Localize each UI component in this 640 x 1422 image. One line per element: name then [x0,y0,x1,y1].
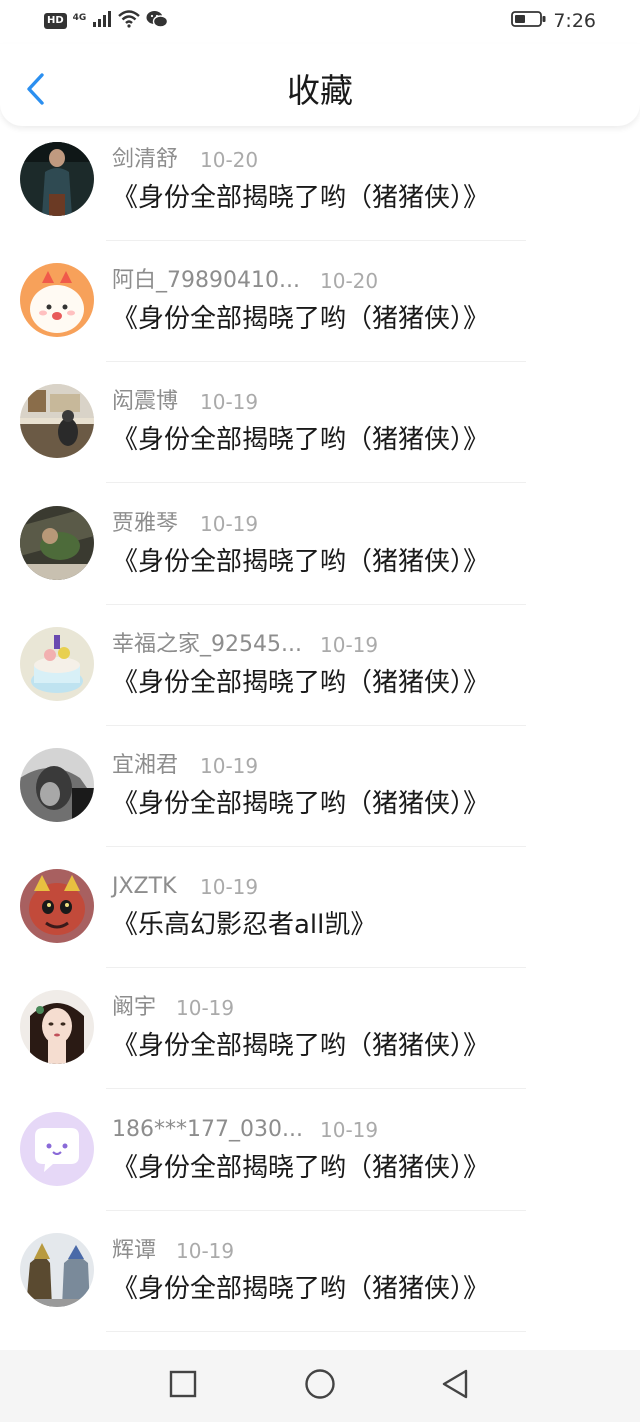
status-left: HD 4G [44,10,169,32]
date: 10-19 [176,996,235,1021]
divider [106,1088,526,1090]
system-nav-bar [0,1350,640,1422]
date: 10-19 [200,390,259,415]
avatar[interactable] [20,869,94,944]
date: 10-19 [320,1117,379,1142]
avatar[interactable] [20,505,94,580]
signal-icon [92,10,112,32]
date: 10-19 [200,875,259,900]
divider [106,1209,526,1211]
item-title[interactable]: 《身份全部揭晓了哟（猪猪侠）》 [112,544,489,580]
header: 收藏 [0,44,640,126]
item-meta: 186***177_030... 10-19 [112,1116,378,1144]
date: 10-19 [200,511,259,536]
network-type: 4G [72,13,87,23]
date: 10-20 [200,148,259,172]
hd-badge: HD [44,13,67,29]
divider [106,361,526,363]
username[interactable]: 阚宇 [112,994,156,1022]
list-item[interactable]: 幸福之家_92545... 10-19 《身份全部揭晓了哟（猪猪侠）》 [0,615,640,736]
divider [106,845,526,847]
date: 10-19 [200,753,259,778]
item-meta: 阿白_79890410... 10-20 [112,267,378,295]
status-bar: HD 4G 7:26 [0,0,640,44]
avatar[interactable] [20,384,94,459]
item-title[interactable]: 《身份全部揭晓了哟（猪猪侠）》 [112,1028,489,1064]
item-meta: 闳震博 10-19 [112,388,258,416]
wifi-icon [118,10,141,32]
item-title[interactable]: 《身份全部揭晓了哟（猪猪侠）》 [112,301,489,337]
avatar[interactable] [20,1232,94,1307]
wechat-icon [146,10,169,32]
avatar[interactable] [20,626,94,701]
status-right: 7:26 [511,10,596,32]
recents-button[interactable] [165,1368,201,1404]
username[interactable]: 辉谭 [112,1237,156,1265]
divider [106,240,526,241]
item-meta: 贾雅琴 10-19 [112,510,258,538]
username[interactable]: JXZTK [112,873,177,901]
divider [106,1330,526,1332]
battery-icon [511,10,547,32]
favorites-list: 剑清舒 10-20 《身份全部揭晓了哟（猪猪侠）》 阿白_79890410...… [0,130,640,1342]
avatar[interactable] [20,263,94,338]
list-item[interactable]: 阿白_79890410... 10-20 《身份全部揭晓了哟（猪猪侠）》 [0,251,640,372]
divider [106,967,526,969]
item-title[interactable]: 《乐高幻影忍者all凯》 [112,907,376,943]
list-item[interactable]: 阚宇 10-19 《身份全部揭晓了哟（猪猪侠）》 [0,978,640,1099]
username[interactable]: 闳震博 [112,388,178,416]
list-item[interactable]: 宜湘君 10-19 《身份全部揭晓了哟（猪猪侠）》 [0,736,640,857]
username[interactable]: 贾雅琴 [112,510,178,538]
item-meta: 宜湘君 10-19 [112,752,258,780]
system-back-button[interactable] [437,1368,473,1404]
item-meta: 阚宇 10-19 [112,994,234,1022]
avatar[interactable] [20,1111,94,1186]
home-button[interactable] [302,1368,338,1404]
clock: 7:26 [553,10,596,32]
item-meta: 幸福之家_92545... 10-19 [112,631,378,659]
list-item[interactable]: 186***177_030... 10-19 《身份全部揭晓了哟（猪猪侠）》 [0,1100,640,1221]
item-meta: 剑清舒 10-20 [112,146,258,174]
avatar[interactable] [20,747,94,822]
username[interactable]: 186***177_030... [112,1116,303,1144]
username[interactable]: 阿白_79890410... [112,267,300,295]
avatar[interactable] [20,142,94,216]
date: 10-20 [320,269,379,294]
square-icon [169,1370,197,1402]
list-item[interactable]: JXZTK 10-19 《乐高幻影忍者all凯》 [0,857,640,978]
item-title[interactable]: 《身份全部揭晓了哟（猪猪侠）》 [112,180,489,216]
item-title[interactable]: 《身份全部揭晓了哟（猪猪侠）》 [112,665,489,701]
item-meta: 辉谭 10-19 [112,1237,234,1265]
avatar[interactable] [20,990,94,1065]
triangle-back-icon [440,1368,470,1404]
list-item[interactable]: 辉谭 10-19 《身份全部揭晓了哟（猪猪侠）》 [0,1221,640,1342]
item-title[interactable]: 《身份全部揭晓了哟（猪猪侠）》 [112,786,489,822]
page-title: 收藏 [287,71,353,110]
date: 10-19 [320,632,379,657]
username[interactable]: 幸福之家_92545... [112,631,302,659]
item-title[interactable]: 《身份全部揭晓了哟（猪猪侠）》 [112,1150,489,1186]
username[interactable]: 剑清舒 [112,146,178,174]
list-item[interactable]: 贾雅琴 10-19 《身份全部揭晓了哟（猪猪侠）》 [0,494,640,615]
item-title[interactable]: 《身份全部揭晓了哟（猪猪侠）》 [112,1271,489,1307]
item-meta: JXZTK 10-19 [112,873,258,901]
circle-icon [304,1368,336,1404]
item-title[interactable]: 《身份全部揭晓了哟（猪猪侠）》 [112,422,489,458]
divider [106,482,526,484]
list-item[interactable]: 闳震博 10-19 《身份全部揭晓了哟（猪猪侠）》 [0,372,640,493]
date: 10-19 [176,1238,235,1263]
list-item[interactable]: 剑清舒 10-20 《身份全部揭晓了哟（猪猪侠）》 [0,130,640,251]
username[interactable]: 宜湘君 [112,752,178,780]
divider [106,724,526,726]
divider [106,603,526,605]
